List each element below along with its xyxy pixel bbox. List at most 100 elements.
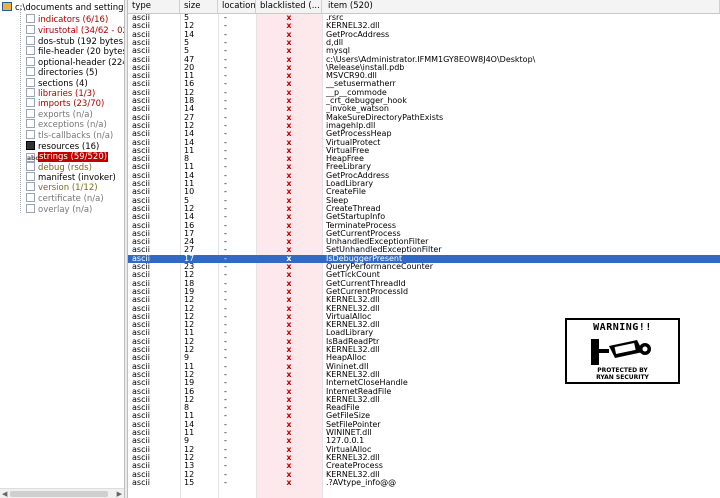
table-row[interactable]: ascii 18 - x GetCurrentThreadId [128, 280, 720, 288]
cell-location: - [224, 121, 227, 130]
table-row[interactable]: ascii 12 - x KERNEL32.dll [128, 296, 720, 304]
table-row[interactable]: ascii 23 - x QueryPerformanceCounter [128, 263, 720, 271]
tree-horizontal-scrollbar[interactable]: ◀ ▶ [0, 488, 124, 498]
table-row[interactable]: ascii 11 - x FreeLibrary [128, 163, 720, 171]
table-row[interactable]: ascii 5 - x mysql [128, 47, 720, 55]
table-row[interactable]: ascii 20 - x \Release\install.pdb [128, 64, 720, 72]
tree-item[interactable]: debug (rsds) [26, 162, 92, 173]
tree-item[interactable]: resources (16) [26, 141, 99, 152]
table-row[interactable]: ascii 5 - x .rsrc [128, 14, 720, 22]
tree-item[interactable]: manifest (invoker) [26, 172, 116, 183]
column-header-size[interactable]: size [180, 0, 218, 13]
cell-item: VirtualFree [326, 146, 370, 155]
table-row[interactable]: ascii 8 - x ReadFile [128, 404, 720, 412]
cell-blacklisted: x [286, 354, 292, 363]
table-row[interactable]: ascii 11 - x LoadLibrary [128, 180, 720, 188]
table-row[interactable]: ascii 18 - x _crt_debugger_hook [128, 97, 720, 105]
table-row[interactable]: ascii 12 - x KERNEL32.dll [128, 471, 720, 479]
cell-size: 5 [184, 14, 190, 22]
tree-item[interactable]: virustotal (34/62 - 02.05 [26, 25, 124, 36]
tree-item[interactable]: version (1/12) [26, 182, 98, 193]
table-row[interactable]: ascii 14 - x GetProcAddress [128, 172, 720, 180]
table-row[interactable]: ascii 11 - x MSVCR90.dll [128, 72, 720, 80]
table-row[interactable]: ascii 15 - x .?AVtype_info@@ [128, 479, 720, 487]
tree-item[interactable]: dos-stub (192 bytes) [26, 36, 124, 47]
column-header-item[interactable]: item (520) [322, 0, 720, 13]
cell-size: 9 [184, 354, 190, 363]
table-row[interactable]: ascii 11 - x WININET.dll [128, 429, 720, 437]
table-row[interactable]: ascii 24 - x UnhandledExceptionFilter [128, 238, 720, 246]
cell-item: MakeSureDirectoryPathExists [326, 113, 444, 122]
cell-type: ascii [132, 180, 150, 188]
table-row[interactable]: ascii 8 - x HeapFree [128, 155, 720, 163]
table-row[interactable]: ascii 5 - x d,dll [128, 39, 720, 47]
table-row[interactable]: ascii 12 - x KERNEL32.dll [128, 305, 720, 313]
cell-location: - [224, 47, 227, 56]
table-row[interactable]: ascii 27 - x SetUnhandledExceptionFilter [128, 246, 720, 254]
table-row[interactable]: ascii 19 - x GetCurrentProcessId [128, 288, 720, 296]
table-row[interactable]: ascii 14 - x GetProcessHeap [128, 130, 720, 138]
table-row[interactable]: ascii 12 - x imagehlp.dll [128, 122, 720, 130]
table-row[interactable]: ascii 13 - x CreateProcess [128, 462, 720, 470]
table-row[interactable]: ascii 12 - x VirtualAlloc [128, 446, 720, 454]
table-row[interactable]: ascii 16 - x InternetReadFile [128, 388, 720, 396]
table-row[interactable]: ascii 9 - x 127.0.0.1 [128, 437, 720, 445]
node-icon [26, 204, 35, 213]
tree-item[interactable]: libraries (1/3) [26, 88, 95, 99]
tree-item[interactable]: directories (5) [26, 67, 98, 78]
cell-type: ascii [132, 221, 150, 230]
node-icon [26, 78, 35, 87]
table-row[interactable]: ascii 17 - x GetCurrentProcess [128, 230, 720, 238]
cell-item: CreateThread [326, 204, 381, 213]
table-row[interactable]: ascii 12 - x GetTickCount [128, 271, 720, 279]
tree-root[interactable]: c:\documents and setting [2, 2, 124, 13]
table-row[interactable]: ascii 14 - x SetFilePointer [128, 421, 720, 429]
table-row[interactable]: ascii 12 - x __p__commode [128, 89, 720, 97]
table-row[interactable]: ascii 12 - x KERNEL32.dll [128, 396, 720, 404]
cell-size: 12 [184, 453, 195, 462]
tree-item[interactable]: overlay (n/a) [26, 204, 92, 215]
tree-item[interactable]: sections (4) [26, 78, 88, 89]
table-row[interactable]: ascii 14 - x VirtualProtect [128, 139, 720, 147]
table-row[interactable]: ascii 12 - x KERNEL32.dll [128, 22, 720, 30]
tree-item[interactable]: exports (n/a) [26, 109, 93, 120]
tree-item[interactable]: indicators (6/16) [26, 14, 108, 25]
column-header-blacklisted[interactable]: blacklisted (... [256, 0, 322, 13]
table-row[interactable]: ascii 14 - x _invoke_watson [128, 105, 720, 113]
table-row[interactable]: ascii 5 - x Sleep [128, 197, 720, 205]
table-row[interactable]: ascii 16 - x TerminateProcess [128, 222, 720, 230]
cell-location: - [224, 445, 227, 454]
scroll-right-icon[interactable]: ▶ [117, 489, 122, 498]
tree-item[interactable]: imports (23/70) [26, 98, 104, 109]
table-row[interactable]: ascii 12 - x CreateThread [128, 205, 720, 213]
cell-location: - [224, 155, 227, 164]
tree-item[interactable]: abcstrings (59/520) [26, 152, 109, 162]
table-row[interactable]: ascii 14 - x GetProcAddress [128, 31, 720, 39]
cell-location: - [224, 312, 227, 321]
cell-item: Sleep [326, 196, 349, 205]
table-row[interactable]: ascii 16 - x __setusermatherr [128, 80, 720, 88]
column-header-type[interactable]: type [128, 0, 180, 13]
table-row[interactable]: ascii 11 - x VirtualFree [128, 147, 720, 155]
table-row[interactable]: ascii 14 - x GetStartupInfo [128, 213, 720, 221]
cell-size: 5 [184, 38, 190, 47]
table-row[interactable]: ascii 27 - x MakeSureDirectoryPathExists [128, 114, 720, 122]
table-row[interactable]: ascii 12 - x KERNEL32.dll [128, 454, 720, 462]
tree-item[interactable]: certificate (n/a) [26, 193, 104, 204]
node-icon [26, 36, 35, 45]
scrollbar-thumb[interactable] [10, 491, 108, 497]
column-header-location[interactable]: location [218, 0, 256, 13]
scroll-left-icon[interactable]: ◀ [2, 489, 7, 498]
tree-item[interactable]: optional-header (224 by [26, 57, 124, 68]
table-row[interactable]: ascii 47 - x c:\Users\Administrator.IFMM1GY8… [128, 56, 720, 64]
table-row[interactable]: ascii 17 - x IsDebuggerPresent [128, 254, 720, 263]
tree-item[interactable]: tls-callbacks (n/a) [26, 130, 113, 141]
cell-blacklisted: x [286, 171, 292, 180]
cell-location: - [224, 478, 227, 487]
tree-item[interactable]: file-header (20 bytes) [26, 46, 124, 57]
cell-type: ascii [132, 171, 150, 180]
table-row[interactable]: ascii 11 - x GetFileSize [128, 412, 720, 420]
table-row[interactable]: ascii 10 - x CreateFile [128, 188, 720, 196]
tree-root-label: c:\documents and setting [15, 3, 124, 13]
tree-item[interactable]: exceptions (n/a) [26, 119, 107, 130]
